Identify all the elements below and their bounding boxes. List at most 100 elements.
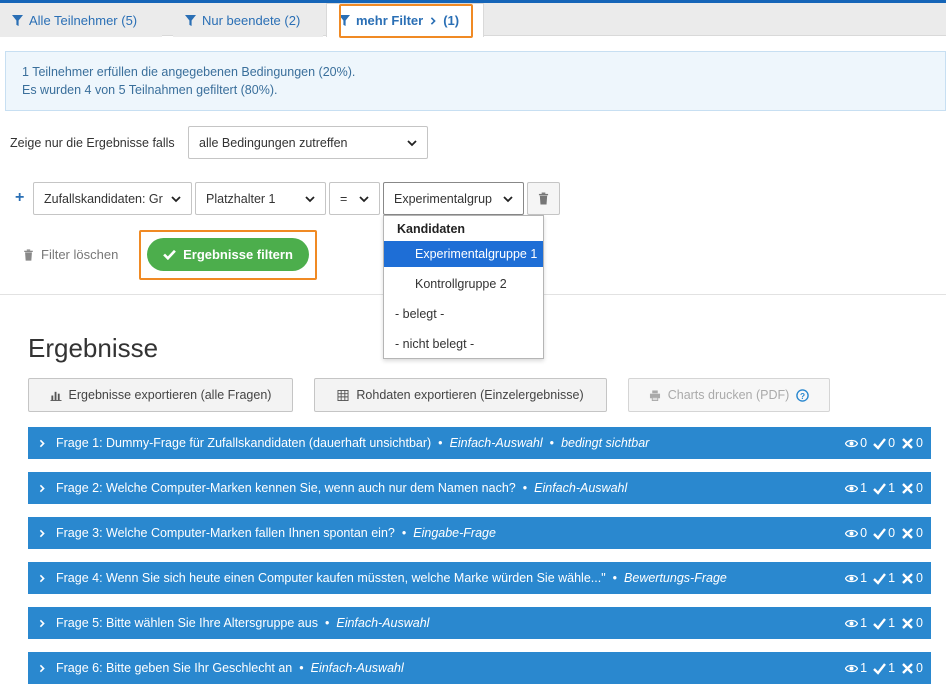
help-icon[interactable]: ? [796, 388, 810, 402]
question-visibility: bedingt sichtbar [561, 436, 650, 450]
chevron-down-icon [503, 195, 513, 202]
bar-chart-icon [50, 391, 62, 401]
filter-placeholder-value: Platzhalter 1 [206, 191, 276, 206]
print-pdf-button[interactable]: Charts drucken (PDF) ? [628, 378, 830, 412]
clear-filter-label: Filter löschen [41, 247, 119, 262]
filter-info-box: 1 Teilnehmer erfüllen die angegebenen Be… [5, 51, 946, 111]
question-stats: 1 1 0 [845, 472, 923, 504]
chevron-right-icon [38, 439, 54, 448]
dropped-count: 0 [916, 436, 923, 450]
chevron-down-icon [305, 195, 315, 202]
tab-label: Nur beendete (2) [202, 12, 301, 28]
question-row[interactable]: Frage 2: Welche Computer-Marken kennen S… [28, 472, 931, 504]
apply-filter-button[interactable]: Ergebnisse filtern [147, 238, 309, 271]
chevron-down-icon [171, 195, 181, 202]
close-icon [902, 617, 913, 629]
export-all-button[interactable]: Ergebnisse exportieren (alle Fragen) [28, 378, 293, 412]
question-row[interactable]: Frage 4: Wenn Sie sich heute einen Compu… [28, 562, 931, 594]
close-icon [902, 482, 913, 494]
dropped-count: 0 [916, 526, 923, 540]
question-text: Frage 4: Wenn Sie sich heute einen Compu… [56, 571, 606, 585]
separator-dot: • [299, 661, 304, 675]
check-icon [873, 572, 887, 585]
filter-operator-select[interactable]: = [329, 182, 380, 215]
filter-icon [12, 14, 23, 26]
export-all-label: Ergebnisse exportieren (alle Fragen) [68, 388, 272, 402]
check-icon [873, 617, 887, 630]
question-row[interactable]: Frage 1: Dummy-Frage für Zufallskandidat… [28, 427, 931, 459]
print-icon [649, 389, 660, 401]
question-text: Frage 6: Bitte geben Sie Ihr Geschlecht … [56, 661, 293, 675]
chevron-right-icon [38, 574, 54, 583]
chevron-right-icon [38, 529, 54, 538]
filter-placeholder-select[interactable]: Platzhalter 1 [195, 182, 326, 215]
svg-text:?: ? [800, 390, 805, 400]
dropdown-option[interactable]: - nicht belegt - [384, 331, 543, 357]
close-icon [902, 662, 913, 674]
views-count: 1 [860, 661, 868, 675]
separator-dot: • [549, 436, 555, 450]
export-raw-button[interactable]: Rohdaten exportieren (Einzelergebnisse) [314, 378, 607, 412]
chevron-down-icon [359, 195, 369, 202]
add-filter-icon[interactable]: + [15, 189, 24, 207]
dropped-count: 0 [916, 616, 923, 630]
results-title: Ergebnisse [28, 333, 159, 363]
close-icon [902, 527, 913, 539]
filter-value-value: Experimentalgrup [394, 191, 492, 206]
question-stats: 1 1 0 [845, 562, 923, 594]
dropped-count: 0 [916, 481, 923, 495]
question-row[interactable]: Frage 5: Bitte wählen Sie Ihre Altersgru… [28, 607, 931, 639]
dropdown-group-label: Kandidaten [397, 222, 466, 236]
delete-filter-button[interactable] [527, 182, 560, 215]
completed-count: 1 [888, 661, 896, 675]
separator-dot: • [324, 616, 330, 630]
tab-finished-only[interactable]: Nur beendete (2) [173, 3, 323, 37]
dropdown-option[interactable]: Experimentalgruppe 1 [384, 241, 543, 267]
tab-label: Alle Teilnehmer (5) [29, 12, 138, 28]
eye-icon [845, 619, 859, 627]
condition-value: alle Bedingungen zutreffen [199, 135, 348, 150]
info-line-1: 1 Teilnehmer erfüllen die angegebenen Be… [22, 65, 356, 79]
filter-value-dropdown: Kandidaten Experimentalgruppe 1 Kontroll… [383, 215, 544, 359]
separator-dot: • [401, 526, 407, 540]
check-icon [873, 482, 887, 495]
question-type: Einfach-Auswahl [310, 661, 404, 675]
clear-filter-link[interactable]: Filter löschen [23, 247, 118, 262]
chevron-right-icon [38, 619, 54, 628]
views-count: 1 [860, 616, 868, 630]
trash-icon [538, 192, 549, 205]
question-text: Frage 5: Bitte wählen Sie Ihre Altersgru… [56, 616, 318, 630]
question-text: Frage 3: Welche Computer-Marken fallen I… [56, 526, 395, 540]
dropdown-option[interactable]: Kontrollgruppe 2 [384, 271, 543, 297]
question-type: Einfach-Auswahl [534, 481, 628, 495]
trash-icon [24, 248, 33, 261]
question-row[interactable]: Frage 6: Bitte geben Sie Ihr Geschlecht … [28, 652, 931, 684]
close-icon [902, 572, 913, 584]
tab-all-participants[interactable]: Alle Teilnehmer (5) [0, 3, 162, 37]
table-icon [337, 389, 349, 401]
condition-select[interactable]: alle Bedingungen zutreffen [188, 126, 428, 159]
question-text: Frage 1: Dummy-Frage für Zufallskandidat… [56, 436, 432, 450]
question-row[interactable]: Frage 3: Welche Computer-Marken fallen I… [28, 517, 931, 549]
dropdown-option[interactable]: - belegt - [384, 301, 543, 327]
filter-value-select[interactable]: Experimentalgrup [383, 182, 524, 215]
dropped-count: 0 [916, 661, 923, 675]
filter-field-select[interactable]: Zufallskandidaten: Gr [33, 182, 192, 215]
chevron-right-icon [38, 484, 54, 493]
question-type: Einfach-Auswahl [449, 436, 543, 450]
condition-label: Zeige nur die Ergebnisse falls [10, 136, 175, 150]
chevron-right-icon [38, 664, 54, 673]
check-icon [873, 437, 887, 450]
eye-icon [845, 574, 859, 582]
views-count: 1 [860, 481, 868, 495]
completed-count: 0 [888, 436, 896, 450]
tab-highlight-frame [339, 4, 473, 38]
print-pdf-label: Charts drucken (PDF) [667, 388, 790, 402]
info-line-2: Es wurden 4 von 5 Teilnahmen gefiltert (… [22, 83, 278, 97]
filter-icon [185, 14, 196, 26]
question-stats: 1 1 0 [845, 652, 923, 684]
apply-filter-label: Ergebnisse filtern [183, 247, 293, 262]
question-stats: 0 0 0 [845, 427, 923, 459]
question-type: Eingabe-Frage [413, 526, 496, 540]
eye-icon [845, 484, 859, 492]
